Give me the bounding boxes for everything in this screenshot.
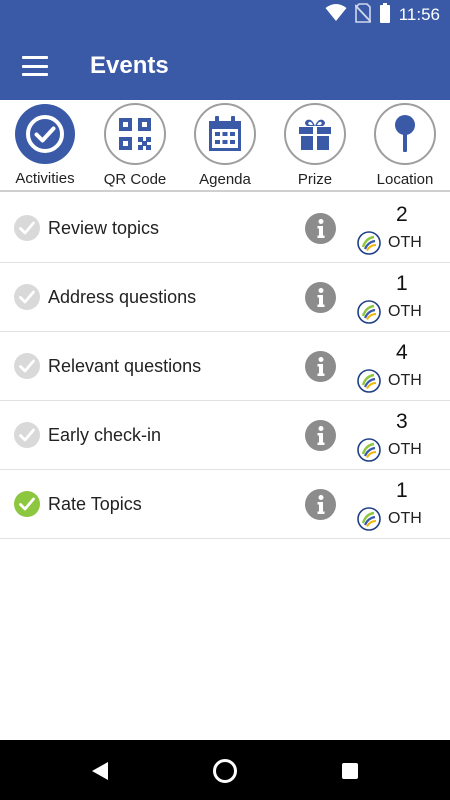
calendar-icon (194, 103, 256, 165)
check-icon (14, 215, 40, 241)
toolbar: Events (0, 34, 450, 100)
list-item[interactable]: Early check-in 3 OTH (0, 401, 450, 470)
tab-label: Prize (297, 171, 333, 188)
info-icon[interactable] (305, 420, 336, 451)
oth-coin-icon (357, 507, 381, 531)
tab-label: Activities (15, 170, 75, 187)
check-completed-icon (14, 491, 40, 517)
currency-label: OTH (388, 234, 422, 251)
status-bar: 11:56 (0, 0, 450, 30)
hamburger-menu-icon[interactable] (20, 54, 50, 78)
tab-qr-code[interactable]: QR Code (90, 103, 180, 191)
currency-label: OTH (388, 510, 422, 527)
activity-label: Review topics (48, 218, 160, 238)
page-title: Events (90, 52, 169, 79)
list-item[interactable]: Review topics 2 OTH (0, 194, 450, 263)
tab-label: QR Code (103, 171, 167, 188)
tab-prize[interactable]: Prize (270, 103, 360, 191)
home-icon[interactable] (211, 757, 239, 785)
tab-bar: Activities QR Code Agenda Prize Location (0, 100, 450, 192)
oth-coin-icon (357, 369, 381, 393)
points-value: 2 (396, 203, 408, 226)
info-icon[interactable] (305, 213, 336, 244)
activity-label: Relevant questions (48, 356, 202, 376)
wifi-icon (325, 3, 347, 27)
tab-label: Location (376, 171, 434, 188)
check-circle-icon (15, 104, 75, 164)
no-sim-icon (354, 2, 372, 28)
status-time: 11:56 (398, 5, 440, 24)
battery-icon (379, 2, 391, 28)
tab-agenda[interactable]: Agenda (180, 103, 270, 191)
info-icon[interactable] (305, 489, 336, 520)
list-item[interactable]: Relevant questions 4 OTH (0, 332, 450, 401)
points-value: 4 (396, 341, 408, 364)
tab-location[interactable]: Location (360, 103, 450, 191)
points-value: 1 (396, 272, 408, 295)
oth-coin-icon (357, 231, 381, 255)
tab-label: Agenda (199, 171, 251, 188)
system-nav-bar (0, 740, 450, 800)
back-icon[interactable] (86, 757, 114, 785)
activity-label: Early check-in (48, 425, 162, 445)
activity-label: Address questions (48, 287, 197, 307)
app-bar: 11:56 Events (0, 0, 450, 100)
gift-icon (284, 103, 346, 165)
activity-list: Review topics 2 OTH Address questions 1 … (0, 194, 450, 539)
list-item[interactable]: Address questions 1 OTH (0, 263, 450, 332)
qr-code-icon (104, 103, 166, 165)
list-item[interactable]: Rate Topics 1 OTH (0, 470, 450, 539)
oth-coin-icon (357, 438, 381, 462)
map-pin-icon (374, 103, 436, 165)
recents-icon[interactable] (336, 757, 364, 785)
info-icon[interactable] (305, 282, 336, 313)
currency-label: OTH (388, 441, 422, 458)
info-icon[interactable] (305, 351, 336, 382)
oth-coin-icon (357, 300, 381, 324)
check-icon (14, 284, 40, 310)
check-icon (14, 422, 40, 448)
currency-label: OTH (388, 372, 422, 389)
tab-activities[interactable]: Activities (0, 103, 90, 191)
check-icon (14, 353, 40, 379)
points-value: 1 (396, 479, 408, 502)
currency-label: OTH (388, 303, 422, 320)
points-value: 3 (396, 410, 408, 433)
status-icons: 11:56 (325, 2, 440, 28)
activity-label: Rate Topics (48, 494, 142, 514)
